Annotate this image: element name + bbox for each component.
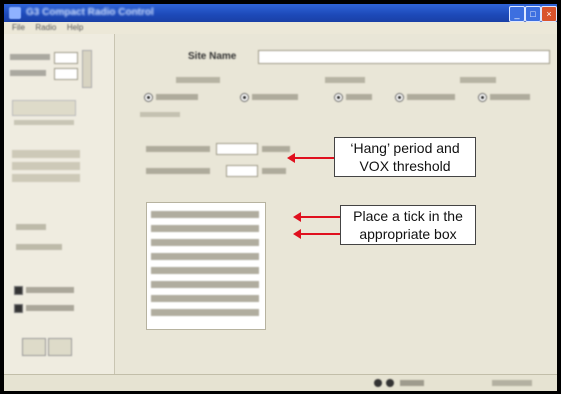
vox-unit-label (262, 168, 286, 174)
mode-radio[interactable] (240, 93, 249, 102)
sidebar-checkbox-label (26, 305, 74, 311)
nav-prev-button[interactable] (22, 338, 46, 356)
radio-label (252, 94, 298, 100)
sidebar-scroll[interactable] (82, 50, 92, 88)
hang-callout-arrow (287, 153, 334, 163)
maximize-button[interactable]: □ (525, 6, 541, 22)
mode-radio[interactable] (478, 93, 487, 102)
sidebar-checkbox-label (26, 287, 74, 293)
callout-text-line: appropriate box (359, 226, 457, 242)
sidebar-item[interactable] (12, 162, 80, 170)
sidebar-label (10, 70, 46, 76)
list-item[interactable] (151, 225, 259, 232)
status-text (140, 112, 180, 117)
list-item[interactable] (151, 211, 259, 218)
menu-item-radio[interactable]: Radio (35, 22, 56, 34)
nav-next-button[interactable] (48, 338, 72, 356)
site-name-input[interactable] (258, 50, 550, 64)
sidebar-label (16, 224, 46, 230)
site-name-label: Site Name (188, 51, 237, 62)
group-label (460, 77, 496, 83)
tick-box-callout: Place a tick in the appropriate box (340, 205, 476, 245)
channel-checklist[interactable] (146, 202, 266, 330)
list-item[interactable] (151, 281, 259, 288)
list-item[interactable] (151, 253, 259, 260)
status-text (492, 380, 532, 386)
group-label (325, 77, 365, 83)
sidebar (4, 34, 115, 374)
status-bar (4, 374, 557, 391)
vox-threshold-label (146, 168, 210, 174)
list-item[interactable] (151, 267, 259, 274)
sidebar-checkbox[interactable] (14, 304, 23, 313)
power-field[interactable] (54, 68, 78, 80)
radio-label (490, 94, 530, 100)
menu-item-file[interactable]: File (12, 22, 25, 34)
hang-period-input[interactable] (216, 143, 258, 155)
radio-label (346, 94, 372, 100)
sidebar-label (10, 54, 50, 60)
list-item[interactable] (151, 239, 259, 246)
callout-text-line: ‘Hang’ period and (350, 140, 460, 156)
hang-period-label (146, 146, 210, 152)
window-title: G3 Compact Radio Control (26, 7, 154, 18)
status-indicator-icon (386, 379, 394, 387)
close-button[interactable]: × (541, 6, 557, 22)
channel-field[interactable] (54, 52, 78, 64)
sidebar-item[interactable] (12, 150, 80, 158)
sidebar-checkbox[interactable] (14, 286, 23, 295)
group-label (176, 77, 220, 83)
sidebar-text (14, 120, 74, 125)
list-item[interactable] (151, 295, 259, 302)
vox-threshold-input[interactable] (226, 165, 258, 177)
hang-vox-callout: ‘Hang’ period and VOX threshold (334, 137, 476, 177)
callout-text-line: VOX threshold (359, 158, 451, 174)
callout-text-line: Place a tick in the (353, 208, 463, 224)
menu-item-help[interactable]: Help (67, 22, 83, 34)
minimize-button[interactable]: _ (509, 6, 525, 22)
hang-unit-label (262, 146, 290, 152)
sidebar-label (16, 244, 62, 250)
sidebar-button-read[interactable] (12, 100, 76, 116)
status-text (400, 380, 424, 386)
title-bar: G3 Compact Radio Control _ □ × (4, 4, 557, 22)
tick-callout-arrow-lower (293, 229, 340, 239)
list-item[interactable] (151, 309, 259, 316)
radio-label (156, 94, 198, 100)
mode-radio[interactable] (395, 93, 404, 102)
radio-label (407, 94, 455, 100)
mode-radio[interactable] (334, 93, 343, 102)
app-icon (9, 7, 21, 19)
mode-radio[interactable] (144, 93, 153, 102)
sidebar-item[interactable] (12, 174, 80, 182)
tick-callout-arrow-upper (293, 212, 340, 222)
status-indicator-icon (374, 379, 382, 387)
menu-bar: File Radio Help (4, 22, 557, 34)
